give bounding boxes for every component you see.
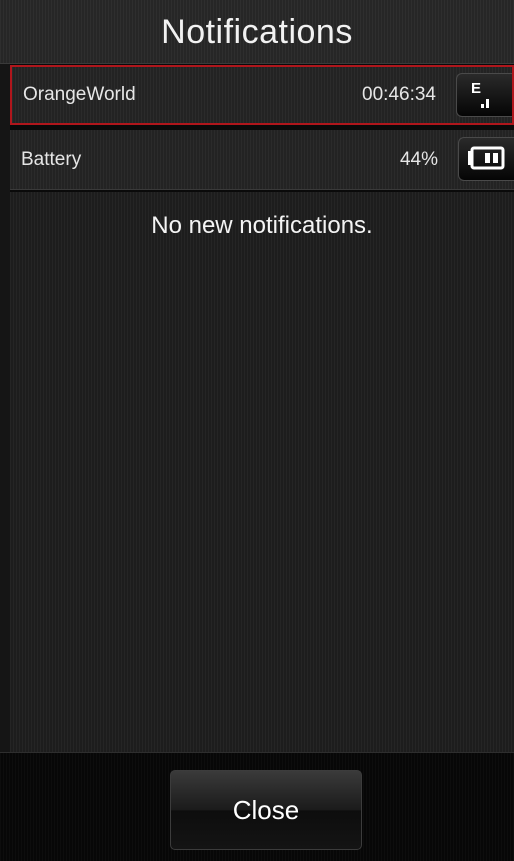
- connection-timer: 00:46:34: [362, 84, 436, 105]
- notification-item-orangeworld[interactable]: OrangeWorld 00:46:34 E: [10, 65, 514, 125]
- empty-message: No new notifications.: [151, 212, 373, 239]
- battery-icon[interactable]: [458, 137, 514, 181]
- footer-bar: Close: [0, 752, 514, 861]
- battery-percentage: 44%: [399, 148, 438, 170]
- notifications-screen: Notifications OrangeWorld 00:46:34 E Bat…: [0, 0, 514, 861]
- close-button[interactable]: Close: [170, 770, 362, 850]
- notification-item-label: Battery: [21, 148, 82, 170]
- page-title: Notifications: [161, 13, 353, 51]
- header-bar: Notifications: [0, 0, 514, 64]
- edge-signal-icon[interactable]: E: [456, 73, 512, 117]
- left-edge-strip: [0, 64, 10, 754]
- notification-list: No new notifications.: [10, 192, 514, 752]
- svg-text:E: E: [471, 80, 481, 97]
- notification-item-battery[interactable]: Battery 44%: [10, 130, 514, 190]
- notification-item-label: OrangeWorld: [23, 84, 136, 105]
